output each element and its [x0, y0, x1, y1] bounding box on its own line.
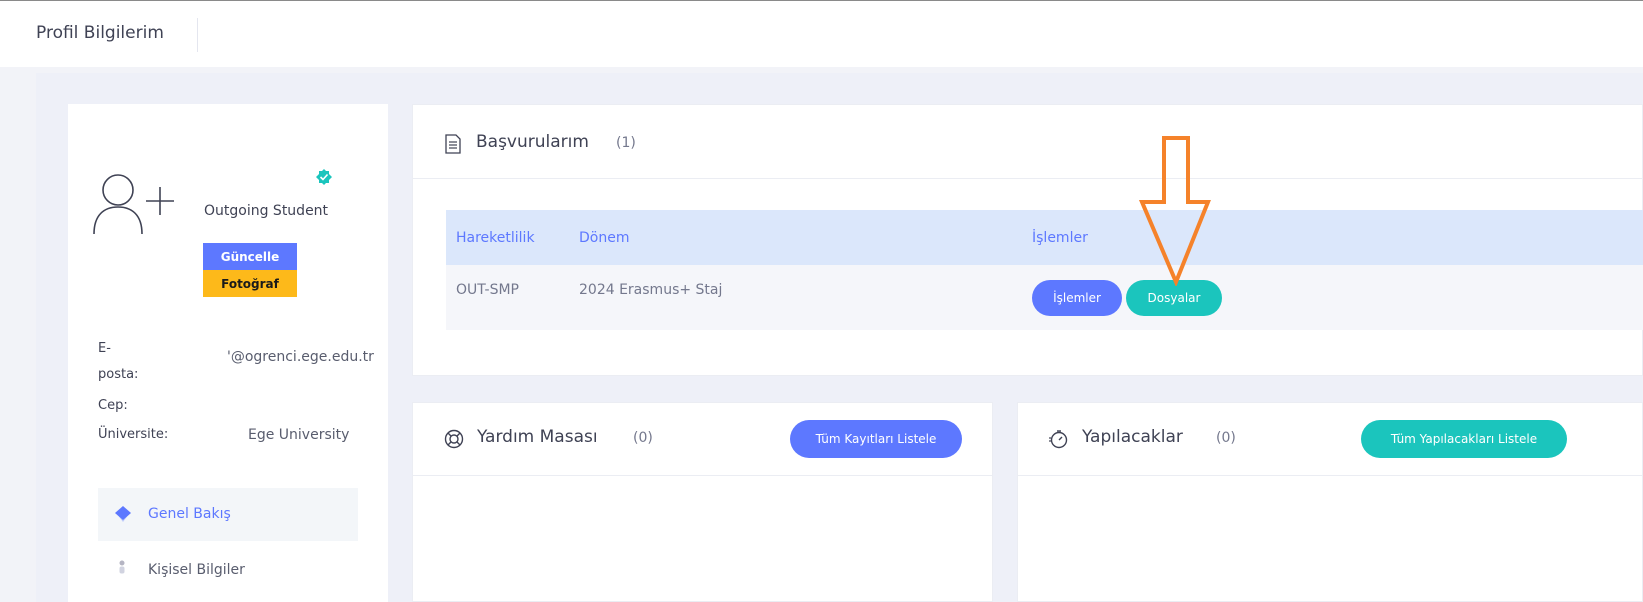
mobility-cell: OUT-SMP	[456, 282, 519, 298]
update-button[interactable]: Güncelle	[203, 243, 297, 270]
user-role: Outgoing Student	[204, 203, 329, 219]
verified-badge-icon	[316, 169, 332, 185]
helpdesk-count: (0)	[633, 430, 653, 446]
stopwatch-icon	[1049, 430, 1068, 449]
page-title: Profil Bilgilerim	[36, 23, 164, 43]
add-user-icon	[93, 174, 174, 235]
document-icon	[445, 134, 461, 154]
applications-count: (1)	[616, 135, 636, 151]
helpdesk-title: Yardım Masası	[477, 427, 598, 447]
nav-item-overview-label[interactable]: Genel Bakış	[148, 506, 231, 522]
lifebuoy-icon	[444, 429, 464, 449]
applications-title: Başvurularım	[476, 132, 589, 152]
actions-button[interactable]: İşlemler	[1032, 280, 1122, 316]
email-value: '@ogrenci.ege.edu.tr	[227, 349, 374, 365]
card-header-divider	[412, 178, 1643, 179]
term-cell: 2024 Erasmus+ Staj	[579, 282, 723, 298]
column-header-actions: İşlemler	[1032, 230, 1088, 246]
phone-label: Cep:	[98, 398, 128, 413]
photo-button[interactable]: Fotoğraf	[203, 270, 297, 297]
list-all-todos-button[interactable]: Tüm Yapılacakları Listele	[1361, 420, 1567, 458]
email-label-line2: posta:	[98, 367, 139, 382]
title-divider	[197, 18, 198, 52]
person-icon	[119, 560, 125, 574]
nav-item-personal-label[interactable]: Kişisel Bilgiler	[148, 562, 245, 578]
email-label-line1: E-	[98, 341, 111, 356]
university-label: Üniversite:	[98, 427, 169, 442]
university-value: Ege University	[248, 427, 350, 443]
helpdesk-header-divider	[412, 475, 993, 476]
todos-title: Yapılacaklar	[1082, 427, 1183, 447]
todos-count: (0)	[1216, 430, 1236, 446]
list-all-records-button[interactable]: Tüm Kayıtları Listele	[790, 420, 962, 458]
todos-header-divider	[1017, 475, 1643, 476]
down-arrow-annotation-icon	[1138, 136, 1211, 286]
layers-icon	[115, 506, 131, 522]
column-header-mobility: Hareketlilik	[456, 230, 535, 246]
top-bar: Profil Bilgilerim	[0, 0, 1643, 67]
column-header-term: Dönem	[579, 230, 630, 246]
